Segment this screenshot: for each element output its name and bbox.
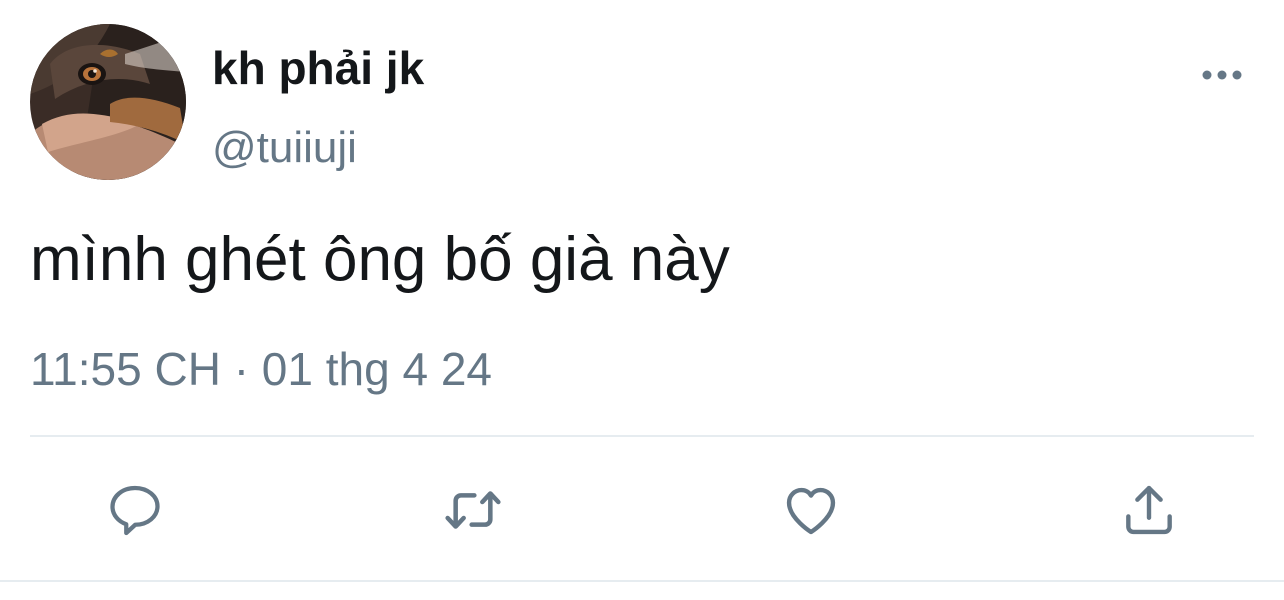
author-handle[interactable]: @tuiiuji bbox=[212, 118, 357, 178]
retweet-icon bbox=[445, 491, 501, 529]
retweet-button[interactable] bbox=[441, 478, 505, 542]
like-button[interactable] bbox=[779, 478, 843, 542]
dog-avatar-image bbox=[30, 24, 186, 180]
share-button[interactable] bbox=[1117, 478, 1181, 542]
more-icon bbox=[1202, 70, 1242, 80]
divider bbox=[30, 435, 1254, 437]
author-avatar[interactable] bbox=[30, 24, 186, 180]
tweet-text: mình ghét ông bố già này bbox=[30, 225, 730, 294]
like-icon bbox=[786, 487, 836, 535]
author-display-name[interactable]: kh phải jk bbox=[212, 38, 424, 98]
tweet-timestamp[interactable]: 11:55 CH · 01 thg 4 24 bbox=[30, 340, 492, 398]
reply-button[interactable] bbox=[103, 478, 167, 542]
more-options-button[interactable] bbox=[1196, 58, 1248, 92]
bottom-divider bbox=[0, 580, 1284, 582]
reply-icon bbox=[110, 485, 160, 536]
share-icon bbox=[1126, 485, 1172, 535]
